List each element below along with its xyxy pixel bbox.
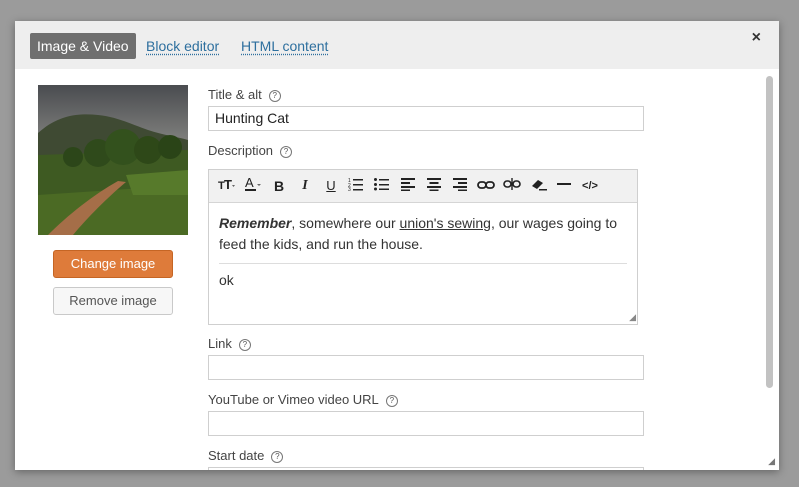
svg-text:T: T: [224, 177, 232, 192]
code-view-icon[interactable]: </>: [580, 176, 600, 196]
ordered-list-icon[interactable]: 123: [346, 176, 366, 196]
description-editor: TT A B I U 123 </> Remember, somewhere o…: [208, 169, 638, 325]
description-label-text: Description: [208, 143, 274, 158]
description-text-1: , somewhere our: [291, 215, 400, 231]
align-left-icon[interactable]: [398, 176, 418, 196]
svg-text:A: A: [245, 176, 254, 190]
video-url-label-text: YouTube or Vimeo video URL: [208, 392, 379, 407]
link-field[interactable]: [208, 355, 644, 380]
help-icon[interactable]: ?: [280, 146, 293, 158]
tab-block-editor[interactable]: Block editor: [146, 33, 219, 59]
align-right-icon[interactable]: [450, 176, 470, 196]
link-label-text: Link: [208, 336, 232, 351]
video-url-field[interactable]: [208, 411, 644, 436]
description-label: Description?: [208, 143, 293, 158]
help-icon[interactable]: ?: [268, 90, 281, 102]
italic-icon[interactable]: I: [295, 176, 315, 196]
start-date-label: Start date?: [208, 448, 284, 463]
horizontal-rule-icon[interactable]: [554, 176, 574, 196]
tab-html-content[interactable]: HTML content: [241, 33, 328, 59]
emphasis-text: Remember: [219, 215, 292, 231]
unlink-icon[interactable]: [502, 176, 522, 196]
tab-image-video[interactable]: Image & Video: [30, 33, 136, 59]
help-icon[interactable]: ?: [385, 395, 398, 407]
change-image-button[interactable]: Change image: [53, 250, 173, 278]
video-url-label: YouTube or Vimeo video URL?: [208, 392, 398, 407]
bold-icon[interactable]: B: [269, 176, 289, 196]
svg-text:3: 3: [348, 187, 351, 191]
close-icon[interactable]: ×: [752, 29, 761, 47]
unordered-list-icon[interactable]: [372, 176, 392, 196]
clear-format-icon[interactable]: [528, 176, 548, 196]
link-icon[interactable]: [476, 176, 496, 196]
title-alt-label-text: Title & alt: [208, 87, 262, 102]
scrollbar-thumb[interactable]: [766, 76, 773, 388]
title-alt-field[interactable]: Hunting Cat: [208, 106, 644, 131]
title-alt-label: Title & alt?: [208, 87, 281, 102]
remove-image-button[interactable]: Remove image: [53, 287, 173, 315]
underline-icon[interactable]: U: [321, 176, 341, 196]
text-size-icon[interactable]: TT: [217, 176, 237, 196]
link-label: Link?: [208, 336, 251, 351]
editor-toolbar: TT A B I U 123 </>: [209, 170, 637, 203]
font-color-icon[interactable]: A: [243, 175, 263, 196]
help-icon[interactable]: ?: [271, 451, 284, 463]
start-date-label-text: Start date: [208, 448, 265, 463]
resize-handle-icon[interactable]: ◢: [629, 312, 636, 323]
description-paragraph-2: ok: [219, 272, 234, 288]
align-center-icon[interactable]: [424, 176, 444, 196]
editor-content[interactable]: Remember, somewhere our union's sewing, …: [209, 203, 637, 291]
image-thumbnail: [38, 85, 188, 235]
landscape-image: [38, 85, 188, 235]
image-video-dialog: Image & Video Block editor HTML content …: [15, 21, 779, 470]
underlined-text: union's sewing: [399, 215, 491, 231]
divider: [219, 263, 627, 264]
description-paragraph-1: Remember, somewhere our union's sewing, …: [219, 213, 627, 255]
tab-bar: Image & Video Block editor HTML content …: [15, 21, 779, 69]
help-icon[interactable]: ?: [238, 339, 251, 351]
start-date-field[interactable]: [208, 467, 644, 470]
dialog-resize-icon[interactable]: ◢: [768, 456, 775, 467]
scrollbar[interactable]: [764, 74, 774, 464]
